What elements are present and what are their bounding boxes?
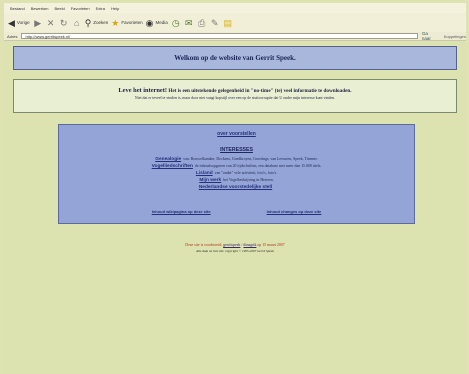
intro-line: Leve het internet! Het is een uitstekend… — [14, 87, 456, 94]
media-button[interactable]: ◉ Media — [146, 17, 168, 29]
menu-favorites[interactable]: Favorieten — [71, 6, 90, 11]
interest-text: de inhoudsopgaven van 20 tijdschriften, … — [194, 164, 322, 168]
print-icon: ⎙ — [198, 17, 206, 28]
menu-bar: Bestand Bewerken Beeld Favorieten Extra … — [4, 3, 466, 13]
links-button[interactable]: Koppelingen — [444, 34, 466, 39]
folder-icon: ▤ — [223, 17, 233, 28]
search-button[interactable]: ⚲ Zoeken — [85, 17, 109, 29]
back-arrow-icon: ◀ — [8, 17, 15, 28]
interest-text: van: Bouwelkamker, Dockens, Goedkroyen, … — [183, 157, 318, 161]
intro-box: Leve het internet! Het is een uitstekend… — [13, 79, 457, 113]
menu-file[interactable]: Bestand — [10, 6, 25, 11]
back-button[interactable]: ◀ Vorige — [8, 17, 30, 29]
address-input[interactable]: http://www.gerritspeek.nl/ — [21, 33, 418, 39]
media-icon: ◉ — [145, 17, 154, 28]
interest-link[interactable]: Nederlandse voorstedelijke stell — [199, 185, 272, 190]
inhoud-changes-link[interactable]: Inhoud changes op deze site — [267, 209, 322, 214]
footer-link-1[interactable]: gerritspeek — [223, 243, 240, 247]
menu-view[interactable]: Beeld — [54, 6, 64, 11]
stop-button[interactable]: ✕ — [46, 17, 56, 29]
media-label: Media — [155, 19, 168, 25]
favorites-button[interactable]: ★ Favorieten — [111, 17, 142, 29]
interest-row: Nederlandse voorstedelijke stell — [59, 185, 414, 190]
page-title: Welkom op de website van Gerrit Speek. — [13, 46, 457, 70]
toolbar: ◀ Vorige ▶ ✕ ↻ ⌂ ⚲ Zoeken ★ Favorieten ◉ Med… — [4, 13, 466, 32]
interests-heading: INTERESSES — [220, 147, 253, 153]
intro-strong: Leve het internet! — [118, 87, 168, 94]
forward-arrow-icon: ▶ — [34, 17, 42, 28]
interest-row: Mijn werk het Vogelbeskrijving in Heteren… — [59, 178, 414, 183]
menu-help[interactable]: Help — [111, 6, 119, 11]
nav-top-wrap: over voorstellen — [59, 131, 414, 137]
footer-link-2[interactable]: dinagrik — [243, 243, 256, 247]
interest-text: van "onder" vele activiteit, foto's, fot… — [214, 171, 278, 175]
interest-text: het Vogelbeskrijving in Heteren. — [223, 178, 274, 182]
address-label: Adres — [7, 33, 18, 39]
edit-icon: ✎ — [210, 17, 219, 28]
intro-rest: Het is een uitstekende gelegenheid in "n… — [167, 88, 352, 94]
back-label: Vorige — [16, 19, 30, 25]
footer-post: op 15 maart 2007 — [256, 243, 285, 247]
page-content: Welkom op de website van Gerrit Speek. L… — [4, 42, 466, 374]
menu-tools[interactable]: Extra — [96, 6, 105, 11]
interest-link[interactable]: Genealogie — [155, 157, 181, 162]
footer-copyright: Alle data on this site: copyright © 1995… — [196, 249, 274, 253]
refresh-icon: ↻ — [59, 17, 68, 28]
stop-icon: ✕ — [46, 17, 55, 28]
footer-pre: Deze site is voorbereid: — [185, 243, 224, 247]
search-label: Zoeken — [93, 19, 109, 25]
interests-box: over voorstellen INTERESSES Genealogie va… — [58, 124, 415, 224]
interest-row: Vogelliedschriften de inhoudsopgaven van … — [59, 164, 414, 169]
address-bar: Adres http://www.gerritspeek.nl/ Ga naar… — [4, 31, 466, 41]
refresh-button[interactable]: ↻ — [59, 17, 69, 29]
home-icon: ⌂ — [73, 17, 80, 28]
bottom-links: Inhoud wikipagina op deze site Inhoud ch… — [59, 209, 414, 214]
menu-edit[interactable]: Bewerken — [31, 6, 49, 11]
interest-row: Lisland van "onder" vele activiteit, foto… — [59, 171, 414, 176]
browser-window: Bestand Bewerken Beeld Favorieten Extra … — [0, 0, 469, 374]
forward-button[interactable]: ▶ — [33, 17, 43, 29]
folder-button[interactable]: ▤ — [223, 17, 233, 29]
interest-link[interactable]: Vogelliedschriften — [152, 164, 193, 169]
home-button[interactable]: ⌂ — [72, 17, 82, 29]
interest-row: Genealogie van: Bouwelkamker, Dockens, Go… — [59, 157, 414, 162]
footer-line: Deze site is voorbereid: gerritspeek / d… — [4, 243, 466, 247]
print-button[interactable]: ⎙ — [197, 17, 207, 29]
star-icon: ★ — [111, 17, 120, 28]
mail-icon: ✉ — [184, 17, 193, 28]
inhoud-wiki-link[interactable]: Inhoud wikipagina op deze site — [152, 209, 211, 214]
mail-button[interactable]: ✉ — [184, 17, 194, 29]
interest-link[interactable]: Mijn werk — [199, 178, 221, 183]
history-icon: ◷ — [171, 17, 180, 28]
edit-button[interactable]: ✎ — [210, 17, 220, 29]
search-icon: ⚲ — [84, 17, 92, 28]
nav-top-link[interactable]: over voorstellen — [217, 131, 256, 137]
favorites-label: Favorieten — [121, 19, 143, 25]
interest-link[interactable]: Lisland — [196, 171, 213, 176]
history-button[interactable]: ◷ — [171, 17, 181, 29]
go-button[interactable]: Ga naar — [422, 31, 438, 41]
intro-line-2: Niet dat er teveel te vinden is, maar do… — [134, 96, 336, 100]
